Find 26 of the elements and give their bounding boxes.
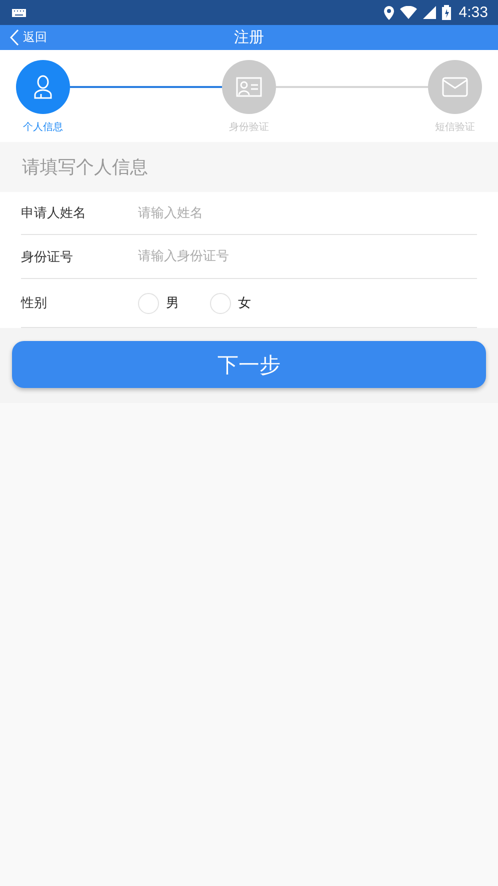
step-label: 身份验证 [229, 121, 269, 134]
step-label: 个人信息 [23, 120, 63, 134]
radio-button[interactable] [210, 292, 231, 314]
id-card-icon [236, 77, 262, 97]
mail-icon [442, 77, 468, 97]
back-button[interactable]: 返回 [0, 29, 47, 46]
radio-label: 女 [238, 295, 251, 312]
section-title: 请填写个人信息 [22, 156, 148, 179]
signal-icon [422, 6, 436, 19]
input-field[interactable]: 请输入身份证号 [138, 249, 477, 264]
step-label: 短信验证 [435, 121, 475, 134]
next-button[interactable]: 下一步 [12, 341, 486, 388]
back-chevron-icon [10, 29, 19, 46]
field-label: 性别 [21, 295, 48, 312]
person-icon [33, 74, 53, 100]
page-title: 注册 [234, 28, 264, 47]
status-time: 4:33 [458, 4, 488, 21]
keyboard-icon [12, 8, 26, 16]
location-icon [384, 6, 394, 20]
radio-button[interactable] [138, 292, 159, 314]
input-field[interactable]: 请输入姓名 [138, 206, 477, 220]
field-label: 申请人姓名 [21, 205, 87, 222]
radio-label: 男 [166, 295, 179, 312]
wifi-icon [400, 6, 417, 19]
battery-icon [442, 5, 451, 20]
field-label: 身份证号 [21, 248, 74, 266]
